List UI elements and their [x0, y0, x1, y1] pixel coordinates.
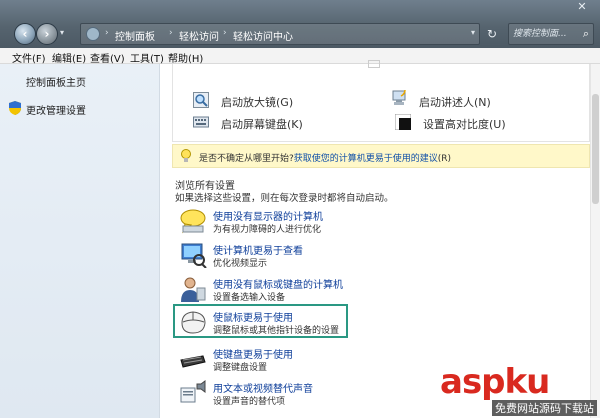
- person-icon: [181, 277, 206, 302]
- suggestion-prefix: 是否不确定从哪里开始?: [199, 154, 294, 164]
- setting-title[interactable]: 使用没有鼠标或键盘的计算机: [213, 276, 343, 291]
- set-high-contrast-link[interactable]: 设置高对比度(U): [423, 116, 506, 132]
- setting-description: 调整键盘设置: [213, 363, 268, 373]
- monitor-magnifier-icon: [181, 243, 207, 268]
- suggestion-bar: 是否不确定从哪里开始?获取使您的计算机更易于使用的建议(R): [172, 144, 590, 168]
- on-screen-keyboard-icon[interactable]: [193, 114, 209, 130]
- speech-bubble-icon: [180, 209, 206, 234]
- change-admin-settings-link[interactable]: 更改管理设置: [26, 102, 86, 117]
- setting-without-mouse-keyboard[interactable]: 使用没有鼠标或键盘的计算机 设置备选输入设备: [175, 274, 355, 306]
- setting-title[interactable]: 使计算机更易于查看: [213, 242, 303, 257]
- left-pane: 控制面板主页 更改管理设置: [0, 64, 160, 418]
- breadcrumb-separator: ›: [105, 28, 109, 38]
- watermark-subtitle: 免费网站源码下载站: [492, 400, 597, 416]
- recent-pages-dropdown[interactable]: ▾: [60, 28, 64, 37]
- setting-description: 为有视力障碍的人进行优化: [213, 225, 322, 235]
- shield-icon: [9, 101, 21, 115]
- search-input[interactable]: [513, 27, 577, 41]
- search-icon[interactable]: ⌕: [583, 27, 589, 41]
- setting-sound-alternatives[interactable]: 用文本或视频替代声音 设置声音的替代项: [175, 378, 355, 410]
- menu-help[interactable]: 帮助(H): [168, 50, 203, 65]
- start-on-screen-keyboard-link[interactable]: 启动屏幕键盘(K): [221, 116, 303, 132]
- suggestion-text: 是否不确定从哪里开始?获取使您的计算机更易于使用的建议(R): [199, 151, 451, 164]
- breadcrumb-separator[interactable]: ›: [169, 28, 173, 38]
- start-magnifier-link[interactable]: 启动放大镜(G): [221, 94, 293, 110]
- setting-title[interactable]: 使用没有显示器的计算机: [213, 208, 323, 223]
- control-panel-icon: [86, 27, 100, 41]
- setting-easier-to-see[interactable]: 使计算机更易于查看 优化视频显示: [175, 240, 355, 272]
- title-bar: ✕ ‹ › ▾ › 控制面板 › 轻松访问 › 轻松访问中心 ▾ ↻ ⌕: [0, 0, 600, 48]
- breadcrumb-ease-of-access-center[interactable]: 轻松访问中心: [233, 28, 293, 43]
- scroll-remnant-icon: [368, 60, 380, 68]
- keyboard-icon: [180, 355, 206, 368]
- setting-title[interactable]: 用文本或视频替代声音: [213, 380, 313, 395]
- search-box[interactable]: ⌕: [508, 23, 594, 45]
- suggestion-shortcut: (R): [437, 154, 452, 164]
- breadcrumb-control-panel[interactable]: 控制面板: [115, 28, 155, 43]
- watermark-logo: aspku: [440, 362, 550, 402]
- back-button[interactable]: ‹: [14, 23, 36, 45]
- close-button[interactable]: ✕: [572, 0, 592, 14]
- setting-description: 设置备选输入设备: [213, 293, 286, 303]
- forward-button[interactable]: ›: [36, 23, 58, 45]
- get-recommendations-link[interactable]: 获取使您的计算机更易于使用的建议: [294, 154, 438, 164]
- magnifier-icon[interactable]: [193, 92, 209, 108]
- section-description: 如果选择这些设置，则在每次登录时都将自动启动。: [175, 193, 394, 204]
- watermark: aspku 免费网站源码下载站: [440, 362, 600, 418]
- highlight-box: [173, 304, 348, 338]
- setting-description: 优化视频显示: [213, 259, 268, 269]
- refresh-button[interactable]: ↻: [482, 25, 502, 43]
- scrollbar-thumb[interactable]: [592, 94, 599, 204]
- menu-file[interactable]: 文件(F): [12, 50, 46, 65]
- address-dropdown[interactable]: ▾: [471, 28, 475, 37]
- menu-tools[interactable]: 工具(T): [130, 50, 164, 65]
- breadcrumb-ease-of-access[interactable]: 轻松访问: [179, 28, 219, 43]
- menu-bar: 文件(F) 编辑(E) 查看(V) 工具(T) 帮助(H): [0, 48, 600, 65]
- lightbulb-icon: [181, 149, 191, 162]
- control-panel-home-link[interactable]: 控制面板主页: [26, 74, 86, 89]
- sound-text-icon: [180, 380, 206, 403]
- quick-access-tools: 启动放大镜(G) 启动讲述人(N) 启动屏幕键盘(K) 设置高对比度(U): [172, 60, 590, 142]
- start-narrator-link[interactable]: 启动讲述人(N): [419, 94, 491, 110]
- menu-edit[interactable]: 编辑(E): [52, 50, 86, 65]
- setting-keyboard-easier[interactable]: 使键盘更易于使用 调整键盘设置: [175, 344, 355, 376]
- high-contrast-icon[interactable]: [395, 114, 411, 130]
- breadcrumb-separator[interactable]: ›: [223, 28, 227, 38]
- setting-description: 设置声音的替代项: [213, 397, 286, 407]
- setting-title[interactable]: 使键盘更易于使用: [213, 346, 293, 361]
- address-bar[interactable]: › 控制面板 › 轻松访问 › 轻松访问中心 ▾: [80, 23, 480, 45]
- menu-view[interactable]: 查看(V): [90, 50, 125, 65]
- narrator-icon[interactable]: [391, 90, 407, 106]
- setting-without-display[interactable]: 使用没有显示器的计算机 为有视力障碍的人进行优化: [175, 206, 355, 238]
